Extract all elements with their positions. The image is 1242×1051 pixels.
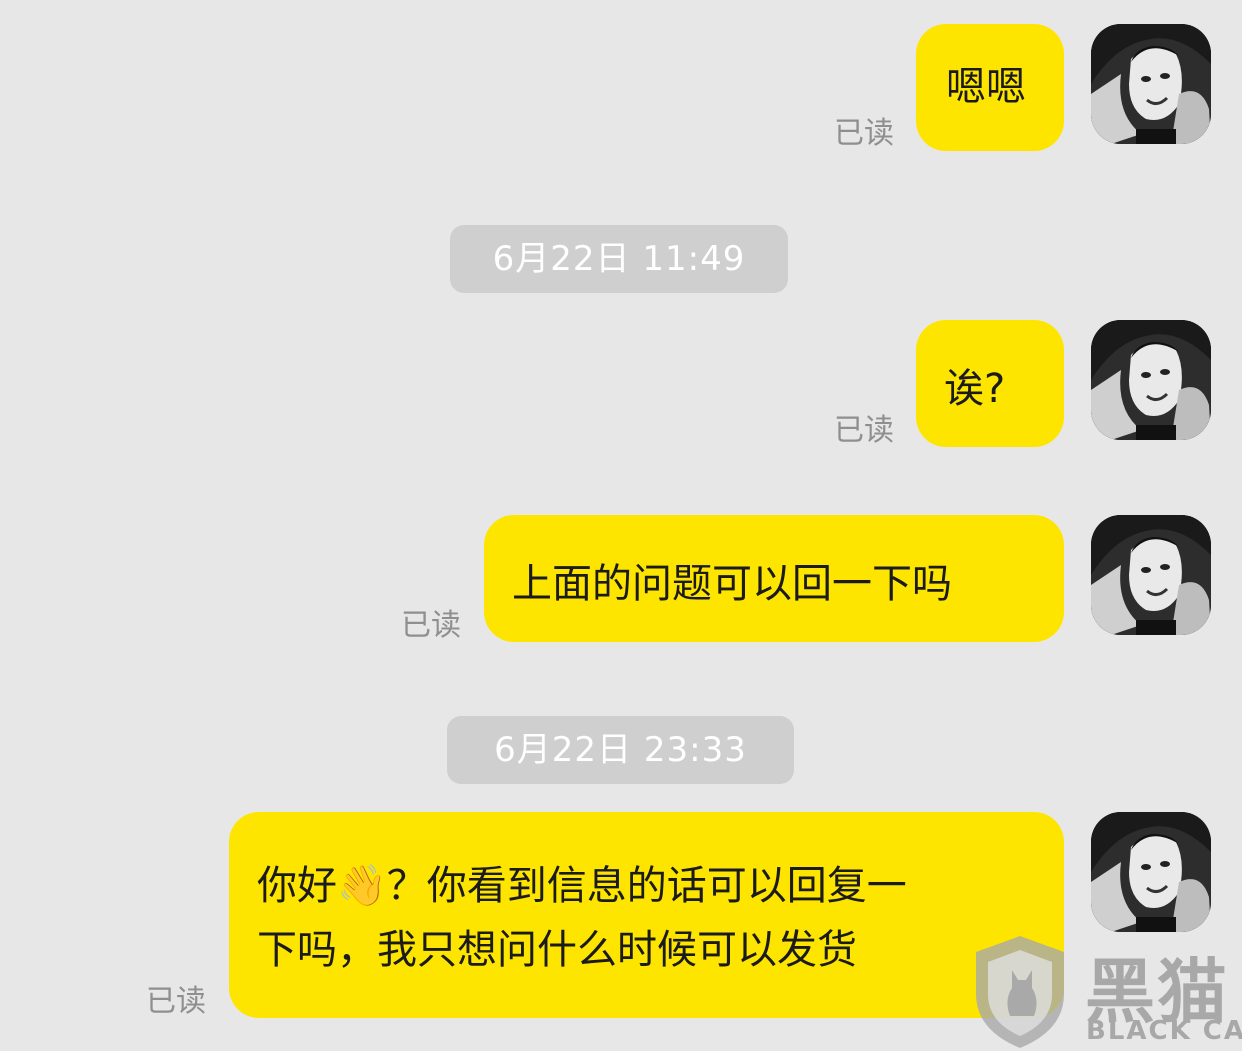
avatar[interactable] [1091, 515, 1211, 635]
message-bubble-2[interactable]: 诶? [916, 320, 1064, 447]
read-status: 已读 [834, 413, 894, 448]
avatar[interactable] [1091, 812, 1211, 932]
message-bubble-1[interactable]: 嗯嗯 [916, 24, 1064, 151]
message-text: 诶? [944, 366, 1006, 412]
message-text: 上面的问题可以回一下吗 [512, 561, 952, 607]
black-cat-watermark: 黑猫 BLACK CAT [970, 930, 1242, 1051]
avatar[interactable] [1091, 24, 1211, 144]
message-text-line-2: 下吗，我只想问什么时候可以发货 [257, 927, 857, 973]
read-status: 已读 [401, 608, 461, 643]
timestamp-divider: 6月22日 11:49 [450, 225, 788, 293]
black-cat-logo-icon [976, 936, 1064, 1048]
avatar-image [1091, 320, 1211, 440]
message-text-line-1: 你好👋？你看到信息的话可以回复一 [257, 863, 907, 909]
timestamp-divider: 6月22日 23:33 [447, 716, 794, 784]
message-bubble-4[interactable]: 你好👋？你看到信息的话可以回复一 下吗，我只想问什么时候可以发货 [229, 812, 1064, 1018]
watermark-en: BLACK CAT [1086, 1016, 1242, 1046]
message-bubble-3[interactable]: 上面的问题可以回一下吗 [484, 515, 1064, 642]
read-status: 已读 [146, 984, 206, 1019]
avatar-image [1091, 24, 1211, 144]
avatar[interactable] [1091, 320, 1211, 440]
avatar-image [1091, 812, 1211, 932]
read-status: 已读 [834, 116, 894, 151]
avatar-image [1091, 515, 1211, 635]
message-text: 嗯嗯 [946, 64, 1026, 110]
